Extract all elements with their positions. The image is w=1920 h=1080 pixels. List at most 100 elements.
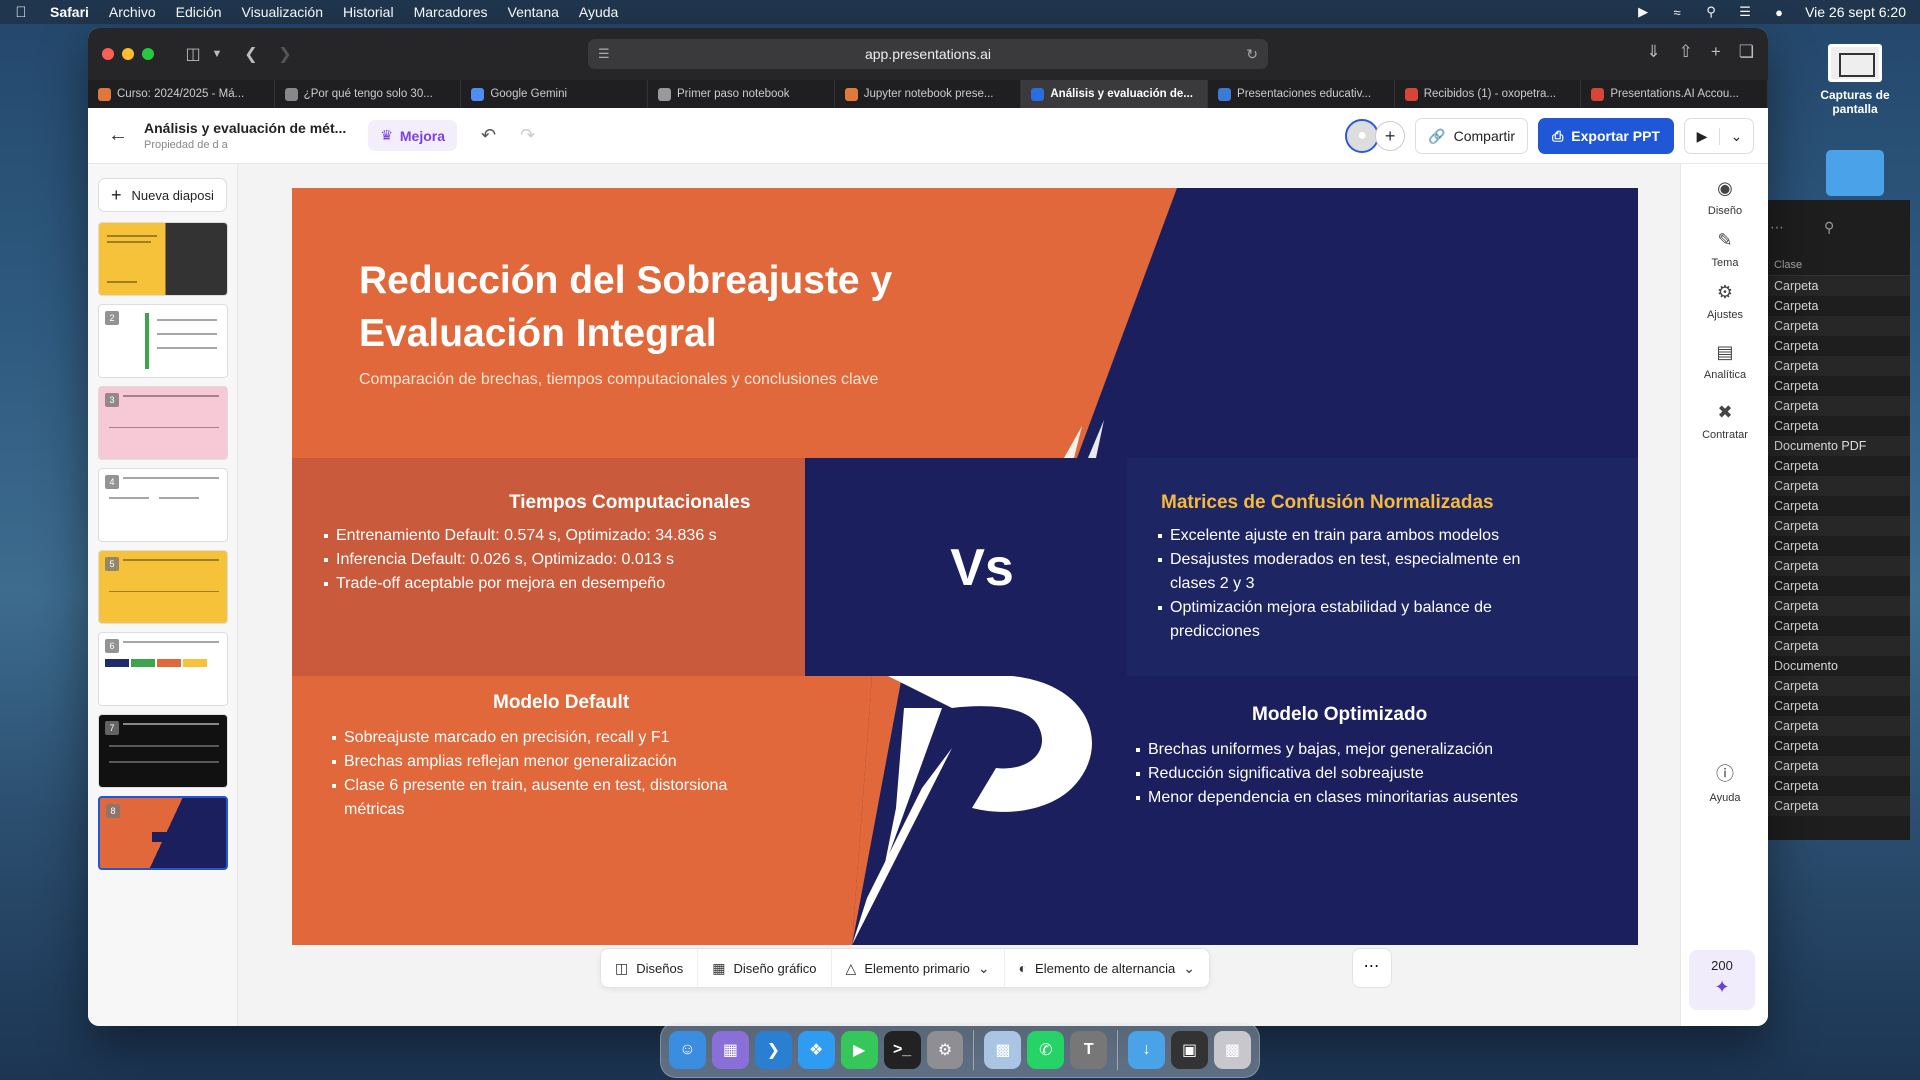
times-bullet-list[interactable]: Entrenamiento Default: 0.574 s, Optimiza… (324, 524, 794, 596)
browser-tab[interactable]: Primer paso notebook (648, 80, 835, 108)
safari-dock-icon[interactable]: ❖ (797, 1031, 835, 1069)
page-settings-icon[interactable]: ☰ (598, 46, 610, 62)
control-center-icon[interactable]: ☰ (1737, 4, 1753, 19)
redo-icon[interactable]: ↷ (520, 125, 535, 146)
browser-tab[interactable]: Análisis y evaluación de... (1021, 80, 1209, 108)
menu-safari[interactable]: Safari (50, 4, 89, 20)
settings-tool[interactable]: ⚙ Ajustes (1681, 282, 1768, 321)
finder-dock-icon[interactable]: ☺ (669, 1031, 706, 1069)
finder-row[interactable]: Carpeta (1760, 336, 1910, 356)
browser-tab[interactable]: Presentations.AI Accou... (1581, 80, 1768, 108)
avatar[interactable]: ● (1345, 119, 1380, 153)
finder-row[interactable]: Carpeta (1760, 356, 1910, 376)
slide-thumbnail-5[interactable]: 5 (98, 550, 228, 624)
back-icon[interactable]: ❮ (238, 44, 264, 64)
finder-row[interactable]: Carpeta (1760, 276, 1910, 296)
finder-row[interactable]: Carpeta (1760, 396, 1910, 416)
slide-title[interactable]: Reducción del Sobreajuste y Evaluación I… (359, 254, 919, 360)
menu-archivo[interactable]: Archivo (109, 4, 156, 20)
preview-dock-icon[interactable]: ▩ (984, 1031, 1022, 1069)
default-model-title[interactable]: Modelo Default (493, 692, 629, 714)
slide-thumbnail-4[interactable]: 4 (98, 468, 228, 542)
slide-canvas[interactable]: Reducción del Sobreajuste y Evaluación I… (292, 188, 1638, 945)
tex-dock-icon[interactable]: T (1070, 1031, 1108, 1069)
close-window-button[interactable] (102, 48, 114, 60)
slide-thumbnail-8[interactable]: 8 (98, 796, 228, 870)
downloads-folder-dock-icon[interactable]: ↓ (1128, 1031, 1166, 1069)
theme-tool[interactable]: ✎ Tema (1681, 230, 1768, 269)
finder-row[interactable]: Carpeta (1760, 316, 1910, 336)
finder-actions-icon[interactable]: ⋯ (1770, 219, 1784, 236)
finder-row[interactable]: Documento (1760, 656, 1910, 676)
minimize-window-button[interactable] (122, 48, 134, 60)
matrices-block-title[interactable]: Matrices de Confusión Normalizadas (1161, 492, 1494, 514)
slide-subtitle[interactable]: Comparación de brechas, tiempos computac… (359, 368, 879, 392)
zoom-window-button[interactable] (142, 48, 154, 60)
new-tab-icon[interactable]: + (1711, 42, 1721, 62)
vscode-dock-icon[interactable]: ❯ (754, 1031, 792, 1069)
system-settings-dock-icon[interactable]: ⚙ (926, 1031, 964, 1069)
document-title[interactable]: Análisis y evaluación de mét... (144, 120, 346, 136)
launchpad-dock-icon[interactable]: ▦ (711, 1031, 749, 1069)
design-tool[interactable]: ◉ Diseño (1681, 178, 1768, 217)
desktop-capturas-folder[interactable]: Capturas de pantalla (1810, 44, 1900, 116)
slide-thumbnail-3[interactable]: 3 (98, 386, 228, 460)
undo-icon[interactable]: ↶ (481, 125, 496, 146)
hire-tool[interactable]: ✖ Contratar (1681, 402, 1768, 441)
vs-label[interactable]: Vs (932, 538, 1032, 598)
tab-overview-icon[interactable]: ❏ (1739, 42, 1754, 62)
ai-credits-button[interactable]: 200 ✦ (1689, 950, 1755, 1010)
share-button[interactable]: 🔗 Compartir (1415, 118, 1529, 154)
menu-edicion[interactable]: Edición (176, 4, 222, 20)
add-collaborator-button[interactable]: + (1375, 121, 1406, 151)
menu-ventana[interactable]: Ventana (508, 4, 559, 20)
whatsapp-dock-icon[interactable]: ✆ (1027, 1031, 1065, 1069)
slide-thumbnail-1[interactable] (98, 222, 228, 296)
finder-row[interactable]: Carpeta (1760, 736, 1910, 756)
chevron-down-icon[interactable]: ▼ (204, 48, 230, 60)
browser-tab[interactable]: ¿Por qué tengo solo 30... (275, 80, 462, 108)
play-circle-icon[interactable]: ▶ (1635, 4, 1651, 19)
forward-icon[interactable]: ❯ (272, 44, 298, 64)
matrices-bullet-list[interactable]: Excelente ajuste en train para ambos mod… (1158, 524, 1528, 644)
browser-tab[interactable]: Curso: 2024/2025 - Má... (88, 80, 275, 108)
alternation-element-dropdown[interactable]: ◐ Elemento de alternancia ⌄ (1005, 949, 1209, 987)
screenshot-dock-icon[interactable]: ▣ (1171, 1031, 1208, 1069)
slide-thumbnail-6[interactable]: 6 (98, 632, 228, 706)
finder-row[interactable]: Carpeta (1760, 796, 1910, 816)
browser-tab[interactable]: Google Gemini (461, 80, 649, 108)
slide-thumbnail-2[interactable]: 2 (98, 304, 228, 378)
export-ppt-button[interactable]: ⎙ Exportar PPT (1538, 118, 1674, 154)
finder-row[interactable]: Carpeta (1760, 756, 1910, 776)
finder-row[interactable]: Carpeta (1760, 676, 1910, 696)
present-options-chevron-icon[interactable]: ⌄ (1719, 127, 1753, 145)
finder-row[interactable]: Carpeta (1760, 456, 1910, 476)
upgrade-button[interactable]: ♛ Mejora (368, 120, 457, 151)
finder-row[interactable]: Carpeta (1760, 376, 1910, 396)
default-model-bullet-list[interactable]: Sobreajuste marcado en precisión, recall… (332, 726, 732, 822)
downloads-icon[interactable]: ⇓ (1646, 42, 1660, 62)
sidebar-toggle-icon[interactable]: ◫ (180, 44, 206, 64)
finder-row[interactable]: Documento PDF (1760, 436, 1910, 456)
browser-tab[interactable]: Jupyter notebook prese... (835, 80, 1022, 108)
finder-column-header[interactable]: Clase (1760, 255, 1910, 276)
browser-tab[interactable]: Recibidos (1) - oxopetra... (1395, 80, 1582, 108)
siri-icon[interactable]: ● (1771, 5, 1787, 20)
finder-row[interactable]: Carpeta (1760, 576, 1910, 596)
finder-search-icon[interactable]: ⚲ (1824, 219, 1834, 236)
menubar-datetime[interactable]: Vie 26 sept 6:20 (1805, 4, 1906, 20)
menu-ayuda[interactable]: Ayuda (579, 4, 618, 20)
apple-icon[interactable]:  (14, 4, 28, 21)
finder-row[interactable]: Carpeta (1760, 496, 1910, 516)
finder-row[interactable]: Carpeta (1760, 476, 1910, 496)
times-block-title[interactable]: Tiempos Computacionales (509, 492, 750, 514)
reload-icon[interactable]: ↻ (1246, 46, 1258, 63)
new-slide-button[interactable]: + Nueva diaposi (98, 178, 227, 212)
facetime-dock-icon[interactable]: ▶ (840, 1031, 878, 1069)
menu-historial[interactable]: Historial (343, 4, 394, 20)
finder-row[interactable]: Carpeta (1760, 776, 1910, 796)
terminal-dock-icon[interactable]: >_ (883, 1031, 921, 1069)
finder-row[interactable]: Carpeta (1760, 536, 1910, 556)
finder-row[interactable]: Carpeta (1760, 696, 1910, 716)
finder-row[interactable]: Carpeta (1760, 596, 1910, 616)
